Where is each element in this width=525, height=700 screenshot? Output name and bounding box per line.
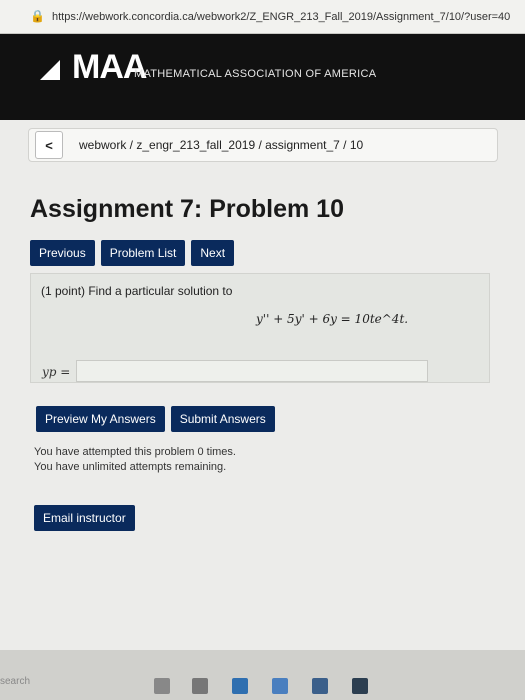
- taskbar: search: [0, 650, 525, 700]
- problem-intro: (1 point) Find a particular solution to: [41, 284, 233, 298]
- submit-answers-button[interactable]: Submit Answers: [170, 406, 275, 432]
- breadcrumb: < webwork / z_engr_213_fall_2019 / assig…: [28, 128, 498, 162]
- task-view-icon[interactable]: [192, 678, 208, 694]
- microphone-icon[interactable]: [154, 678, 170, 694]
- attempts-line-2: You have unlimited attempts remaining.: [34, 461, 227, 473]
- attempts-line-1: You have attempted this problem 0 times.: [34, 446, 236, 458]
- answer-label: yp =: [42, 365, 71, 379]
- main-content: < webwork / z_engr_213_fall_2019 / assig…: [0, 120, 525, 650]
- problem-nav: Previous Problem List Next: [30, 240, 235, 266]
- answer-input[interactable]: [76, 360, 428, 382]
- problem-list-button[interactable]: Problem List: [100, 240, 186, 266]
- answer-actions: Preview My Answers Submit Answers: [36, 406, 275, 432]
- maa-logo-icon: [40, 60, 60, 80]
- preview-answers-button[interactable]: Preview My Answers: [36, 406, 165, 432]
- store-icon[interactable]: [312, 678, 328, 694]
- attempts-info: You have attempted this problem 0 times.…: [34, 445, 236, 475]
- back-button[interactable]: <: [35, 131, 63, 159]
- lock-icon: 🔒: [30, 8, 45, 23]
- site-header: MAA MATHEMATICAL ASSOCIATION OF AMERICA: [0, 34, 525, 120]
- problem-equation: y'' + 5y' + 6y = 10te^4t.: [256, 312, 409, 326]
- mail-icon[interactable]: [352, 678, 368, 694]
- address-bar[interactable]: 🔒 https://webwork.concordia.ca/webwork2/…: [0, 0, 525, 34]
- previous-button[interactable]: Previous: [30, 240, 95, 266]
- email-section: Email instructor: [34, 505, 135, 531]
- taskbar-search[interactable]: search: [0, 676, 30, 687]
- page-title: Assignment 7: Problem 10: [30, 195, 344, 223]
- brand-tagline: MATHEMATICAL ASSOCIATION OF AMERICA: [134, 68, 377, 80]
- breadcrumb-path: webwork / z_engr_213_fall_2019 / assignm…: [79, 138, 364, 152]
- file-explorer-icon[interactable]: [272, 678, 288, 694]
- next-button[interactable]: Next: [191, 240, 235, 266]
- edge-browser-icon[interactable]: [232, 678, 248, 694]
- email-instructor-button[interactable]: Email instructor: [34, 505, 135, 531]
- url-text[interactable]: https://webwork.concordia.ca/webwork2/Z_…: [52, 11, 510, 23]
